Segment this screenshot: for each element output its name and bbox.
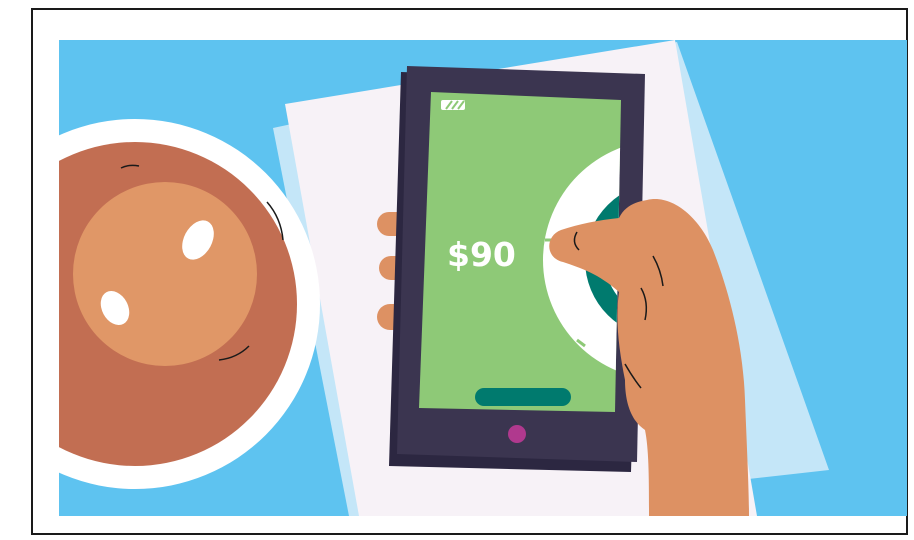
pill-button-icon[interactable]	[475, 388, 571, 406]
amount-label: $90	[447, 235, 516, 274]
illustration-scene: $90	[59, 40, 907, 516]
home-button-icon[interactable]	[508, 425, 526, 443]
battery-icon	[441, 100, 465, 110]
